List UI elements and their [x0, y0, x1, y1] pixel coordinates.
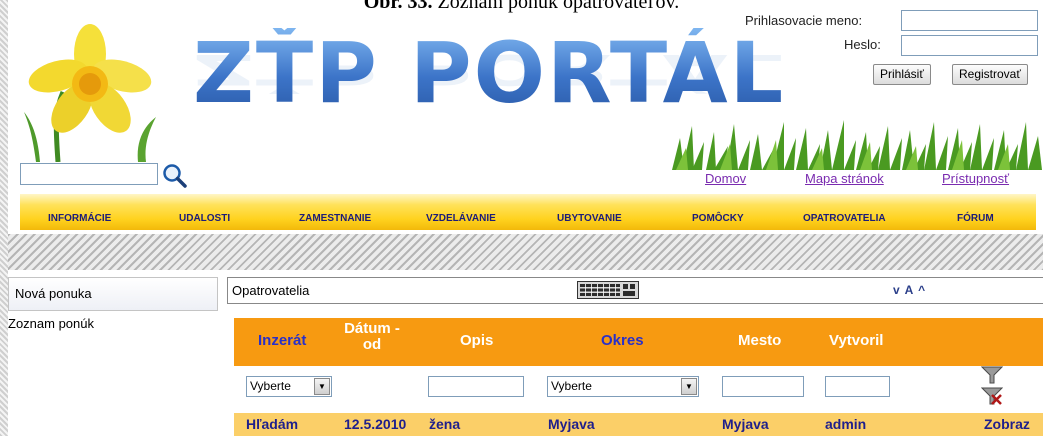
cell-datum: 12.5.2010: [344, 416, 407, 432]
figure-caption: Obr. 33. Zoznam ponúk opatrovateľov.: [0, 0, 1043, 14]
cell-okres: Myjava: [548, 416, 595, 432]
menu-item-forum[interactable]: FÓRUM: [957, 213, 994, 224]
grass-image: [672, 120, 1042, 170]
column-header-opis[interactable]: Opis: [460, 332, 493, 349]
search-input[interactable]: [20, 163, 158, 185]
show-link[interactable]: Zobraz: [984, 416, 1030, 432]
menu-item-informacie[interactable]: INFORMÁCIE: [48, 213, 111, 224]
menu-item-zamestnanie[interactable]: ZAMESTNANIE: [299, 213, 371, 224]
decorative-hatch-band: [8, 234, 1043, 270]
login-button[interactable]: Prihlásiť: [873, 64, 931, 85]
sidebar-item-offer-list[interactable]: Zoznam ponúk: [8, 316, 94, 331]
keyboard-icon[interactable]: [577, 281, 639, 299]
site-logo[interactable]: ZŤP PORTÁL: [193, 28, 785, 118]
username-label: Prihlasovacie meno:: [745, 13, 863, 28]
column-header-datum-line1: Dátum -: [344, 320, 400, 337]
filter-icon[interactable]: [981, 366, 1003, 384]
username-field[interactable]: [901, 10, 1038, 31]
home-link[interactable]: Domov: [705, 171, 746, 186]
column-header-inzerat[interactable]: Inzerát: [258, 332, 306, 349]
chevron-down-icon: ▼: [314, 378, 330, 395]
caption-text: Zoznam ponúk opatrovateľov.: [432, 0, 680, 13]
okres-filter-select[interactable]: Vyberte ▼: [547, 376, 699, 397]
cell-vytvoril: admin: [825, 416, 867, 432]
menu-item-vzdelavanie[interactable]: VZDELÁVANIE: [426, 213, 496, 224]
password-field[interactable]: [901, 35, 1038, 56]
column-header-vytvoril[interactable]: Vytvoril: [829, 332, 883, 349]
caption-prefix: Obr. 33.: [363, 0, 433, 13]
section-title: Opatrovatelia: [232, 283, 310, 298]
menu-item-udalosti[interactable]: UDALOSTI: [179, 213, 230, 224]
inzerat-filter-value: Vyberte: [250, 379, 291, 393]
okres-filter-value: Vyberte: [551, 379, 592, 393]
font-size-control[interactable]: v A ^: [893, 283, 926, 297]
menu-item-pomocky[interactable]: POMÔCKY: [692, 213, 744, 224]
cell-opis: žena: [429, 416, 461, 432]
main-menu-bar: [20, 194, 1036, 230]
column-header-mesto[interactable]: Mesto: [738, 332, 781, 349]
column-header-okres[interactable]: Okres: [601, 332, 644, 349]
clear-filter-icon[interactable]: [981, 387, 1003, 405]
sidebar-item-new-offer[interactable]: Nová ponuka: [8, 277, 218, 311]
cell-mesto: Myjava: [722, 416, 769, 432]
search-icon[interactable]: [162, 163, 188, 189]
password-label: Heslo:: [844, 37, 881, 52]
left-border-decoration: [0, 0, 8, 436]
accessibility-link[interactable]: Prístupnosť: [942, 171, 1009, 186]
chevron-down-icon: ▼: [681, 378, 697, 395]
menu-item-ubytovanie[interactable]: UBYTOVANIE: [557, 213, 622, 224]
menu-item-opatrovatelia[interactable]: OPATROVATELIA: [803, 213, 886, 224]
cell-inzerat: Hľadám: [246, 416, 299, 432]
column-header-datum[interactable]: Dátum - od: [344, 321, 400, 353]
register-button[interactable]: Registrovať: [952, 64, 1028, 85]
inzerat-filter-select[interactable]: Vyberte ▼: [246, 376, 332, 397]
daffodil-image: [24, 24, 156, 162]
mesto-filter-input[interactable]: [722, 376, 804, 397]
vytvoril-filter-input[interactable]: [825, 376, 890, 397]
column-header-datum-line2: od: [362, 336, 382, 353]
sitemap-link[interactable]: Mapa stránok: [805, 171, 884, 186]
opis-filter-input[interactable]: [428, 376, 524, 397]
